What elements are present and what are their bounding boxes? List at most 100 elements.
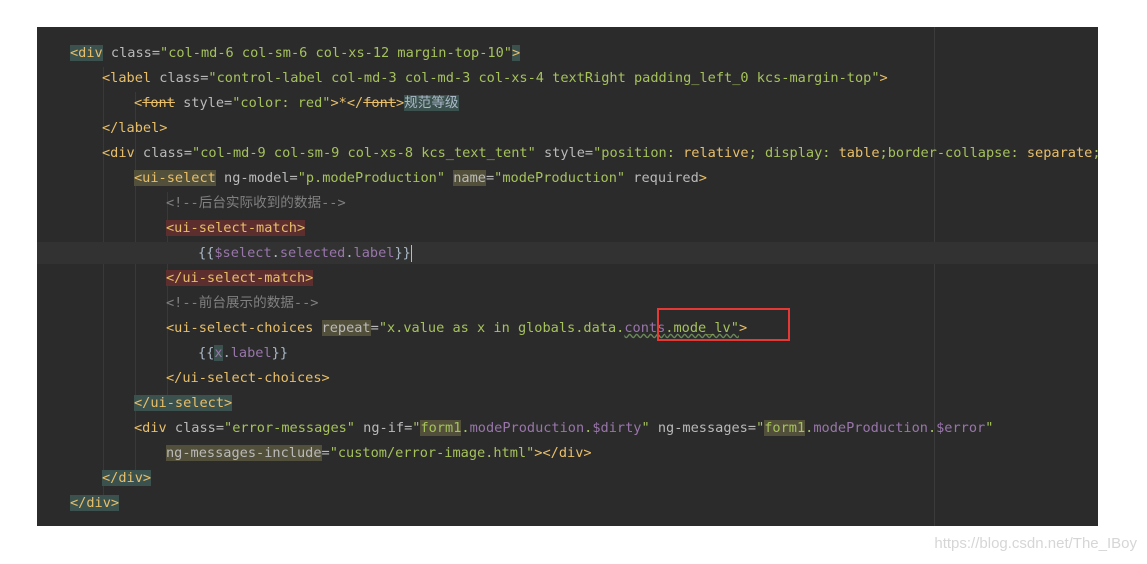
font-tag-name: font bbox=[363, 95, 396, 111]
code-line-6[interactable]: <ui-select ng-model="p.modeProduction" n… bbox=[134, 167, 707, 189]
expr-field: modeProduction bbox=[469, 420, 585, 436]
label-open-tag: <label bbox=[102, 70, 152, 86]
dot: . bbox=[271, 245, 280, 261]
div-close-tag: </div> bbox=[102, 470, 152, 486]
code-editor[interactable]: <div class="col-md-6 col-sm-6 col-xs-12 … bbox=[37, 27, 1098, 526]
dot: . bbox=[461, 420, 470, 436]
code-line-1[interactable]: <div class="col-md-6 col-sm-6 col-xs-12 … bbox=[70, 42, 521, 64]
text-caret bbox=[410, 244, 412, 262]
code-line-5[interactable]: <div class="col-md-9 col-sm-9 col-xs-8 k… bbox=[102, 142, 1098, 164]
attr-ng-model: ng-model= bbox=[215, 170, 298, 186]
label-text: 规范等级 bbox=[404, 95, 459, 111]
code-line-19[interactable]: </div> bbox=[70, 492, 120, 514]
expr-form: form1 bbox=[420, 420, 462, 436]
font-tag-name: font bbox=[142, 95, 175, 111]
div-open-tag: <div bbox=[70, 45, 103, 61]
ui-select-match-open-tag: <ui-select-match> bbox=[166, 220, 306, 236]
brace-open: {{ bbox=[198, 245, 215, 261]
attr-value: "color: red" bbox=[232, 95, 331, 111]
quote: " bbox=[641, 420, 650, 436]
expr-field: modeProduction bbox=[813, 420, 928, 436]
style-keyword: separate bbox=[1026, 145, 1093, 161]
code-line-18[interactable]: </div> bbox=[102, 467, 152, 489]
attr-ng-messages-include: ng-messages-include bbox=[166, 445, 322, 461]
code-line-11[interactable]: <!--前台展示的数据--> bbox=[166, 292, 318, 314]
code-line-3[interactable]: <font style="color: red">*</font>规范等级 bbox=[134, 92, 459, 114]
equals: = bbox=[370, 320, 379, 336]
tag-mid: >*</ bbox=[330, 95, 364, 111]
code-line-7[interactable]: <!--后台实际收到的数据--> bbox=[166, 192, 346, 214]
tag-close: > bbox=[511, 45, 521, 61]
tag-gt: > bbox=[395, 95, 405, 111]
dot: . bbox=[345, 245, 354, 261]
attr-class: class= bbox=[151, 70, 209, 86]
style-value: ;" bbox=[1092, 145, 1098, 161]
attr-value: "p.modeProduction" bbox=[297, 170, 446, 186]
brace-close: }} bbox=[394, 245, 411, 261]
ui-select-open-tag: <ui-select bbox=[134, 170, 216, 186]
equals: = bbox=[485, 170, 495, 186]
expr-dirty: $dirty bbox=[592, 420, 642, 436]
equals: = bbox=[321, 445, 330, 461]
attr-value: "x.value as x in globals.data. bbox=[378, 320, 625, 336]
tag-lt: < bbox=[134, 95, 143, 111]
attr-class: class= bbox=[166, 420, 225, 436]
brace-close: }} bbox=[271, 345, 289, 361]
brace-open: {{ bbox=[198, 345, 215, 361]
attr-style: style= bbox=[535, 145, 594, 161]
div-open-tag: <div bbox=[102, 145, 135, 161]
style-keyword: table bbox=[838, 145, 880, 161]
comment-backend: <!--后台实际收到的数据--> bbox=[166, 195, 346, 211]
highlight-annotation-box bbox=[657, 308, 790, 341]
code-line-16[interactable]: <div class="error-messages" ng-if= " form1… bbox=[134, 417, 993, 439]
code-line-13[interactable]: {{x.label}} bbox=[198, 342, 288, 364]
expr-var: x bbox=[214, 345, 223, 361]
watermark-text: https://blog.csdn.net/The_IBoy bbox=[934, 535, 1137, 552]
code-line-14[interactable]: </ui-select-choices> bbox=[166, 367, 330, 389]
attr-class: class= bbox=[134, 145, 193, 161]
dot: . bbox=[222, 345, 231, 361]
expr-var: selected bbox=[279, 245, 346, 261]
expr-var: label bbox=[353, 245, 395, 261]
attr-ng-if: ng-if= bbox=[355, 420, 413, 436]
attr-ng-messages: ng-messages= bbox=[649, 420, 757, 436]
attr-value: "error-messages" bbox=[224, 420, 355, 436]
code-line-4[interactable]: </label> bbox=[102, 117, 167, 139]
attr-value: "control-label col-md-3 col-md-3 col-xs-… bbox=[208, 70, 880, 86]
attr-required: required bbox=[625, 170, 699, 186]
attr-value: "col-md-6 col-sm-6 col-xs-12 margin-top-… bbox=[160, 45, 512, 61]
code-line-10[interactable]: </ui-select-match> bbox=[166, 267, 314, 289]
attr-value: "modeProduction" bbox=[494, 170, 626, 186]
expr-error: $error bbox=[936, 420, 986, 436]
ui-select-close-tag: </ui-select> bbox=[134, 395, 233, 411]
style-value: "position: bbox=[593, 145, 684, 161]
tag-close: ></div> bbox=[534, 445, 592, 461]
style-value: ; display: bbox=[748, 145, 839, 161]
div-open-tag: <div bbox=[134, 420, 167, 436]
code-line-17[interactable]: ng-messages-include="custom/error-image.… bbox=[166, 442, 592, 464]
expr-form: form1 bbox=[764, 420, 806, 436]
attr-name: name bbox=[453, 170, 486, 186]
quote: " bbox=[985, 420, 994, 436]
code-line-2[interactable]: <label class="control-label col-md-3 col… bbox=[102, 67, 888, 89]
ui-select-choices-close-tag: </ui-select-choices> bbox=[166, 370, 330, 386]
ui-select-match-close-tag: </ui-select-match> bbox=[166, 270, 314, 286]
tag-close: > bbox=[879, 70, 888, 86]
code-line-15[interactable]: </ui-select> bbox=[134, 392, 233, 414]
code-line-9-current[interactable]: {{$select.selected.label}} bbox=[37, 242, 1098, 264]
style-keyword: relative bbox=[683, 145, 749, 161]
comment-frontend: <!--前台展示的数据--> bbox=[166, 295, 319, 311]
dot: . bbox=[927, 420, 937, 436]
expr-var: $select bbox=[214, 245, 272, 261]
ui-select-choices-open-tag: <ui-select-choices bbox=[166, 320, 314, 336]
div-close-tag: </div> bbox=[70, 495, 120, 511]
code-line-8[interactable]: <ui-select-match> bbox=[166, 217, 306, 239]
attr-style: style= bbox=[174, 95, 233, 111]
right-margin-guide bbox=[934, 27, 935, 526]
attr-class: class= bbox=[102, 45, 161, 61]
attr-value: "col-md-9 col-sm-9 col-xs-8 kcs_text_ten… bbox=[192, 145, 536, 161]
attr-repeat: repeat bbox=[321, 320, 371, 336]
label-close-tag: </label> bbox=[102, 120, 168, 136]
